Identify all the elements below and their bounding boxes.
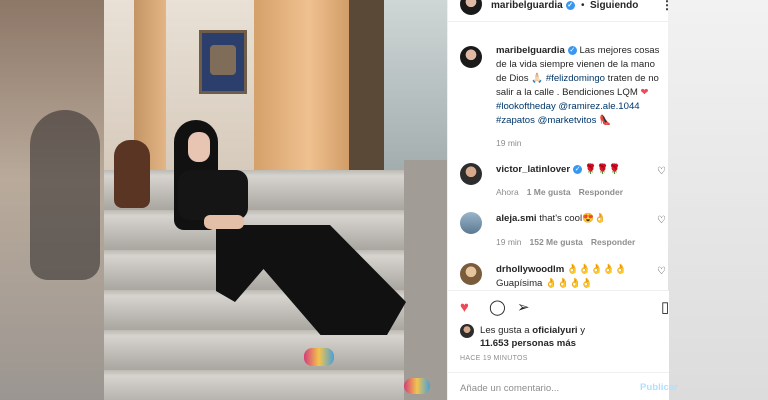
liked-by-suffix: y — [577, 325, 586, 336]
comment-line: victor_latinlover ✓ 🌹🌹🌹 — [496, 164, 621, 175]
verified-badge-icon: ✓ — [573, 165, 583, 174]
comment-text: that's cool😍👌 — [539, 213, 607, 224]
comment-line: drhollywoodlm 👌👌👌👌👌 — [496, 264, 627, 275]
more-options-icon[interactable]: ⋮ — [661, 0, 673, 12]
avatar[interactable] — [460, 163, 482, 185]
avatar[interactable] — [460, 324, 474, 338]
post-actions: ♥ ◯ ➢ ▯ Les gusta a oficialyuri y 11.653 … — [448, 290, 678, 400]
post-header: maribelguardia ✓ • Siguiendo ⋮ — [448, 0, 673, 22]
avatar[interactable] — [460, 263, 482, 285]
mention-link[interactable]: @ramirez.ale.1044 — [558, 101, 639, 112]
mention-link[interactable]: @marketvitos — [538, 115, 597, 126]
post-username[interactable]: maribelguardia ✓ — [491, 0, 575, 11]
save-bookmark-icon[interactable]: ▯ — [661, 300, 669, 315]
avatar[interactable] — [460, 0, 482, 15]
comment-text: 👌👌👌👌👌 — [566, 264, 627, 275]
verified-badge-icon: ✓ — [567, 46, 577, 55]
share-icon[interactable]: ➢ — [517, 300, 530, 315]
shoe-emoji: 👠 — [599, 115, 612, 126]
liked-by-prefix: Les gusta a — [480, 325, 533, 336]
comment-composer: Publicar — [448, 372, 678, 400]
comment-likes[interactable]: 152 Me gusta — [530, 237, 583, 247]
comment-time[interactable]: 19 min — [496, 237, 522, 247]
like-comment-heart-icon[interactable]: ♡ — [657, 215, 666, 226]
comment-text-continued: Guapísima 👌👌👌👌 — [496, 278, 593, 289]
separator-dot: • — [581, 0, 585, 11]
photo-shoe — [404, 378, 430, 394]
following-button[interactable]: Siguiendo — [590, 0, 638, 11]
caption-username[interactable]: maribelguardia — [496, 45, 565, 56]
photo-shoe — [304, 348, 334, 366]
blurred-backdrop-right — [668, 0, 768, 400]
liked-count[interactable]: 11.653 personas más — [480, 338, 576, 349]
caption-text: maribelguardia ✓ Las mejores cosas de la … — [496, 44, 668, 128]
blurred-figure — [30, 110, 100, 280]
photo-woman-top — [178, 170, 248, 220]
hashtag-link[interactable]: #zapatos — [496, 115, 535, 126]
reply-button[interactable]: Responder — [579, 187, 623, 197]
photo-woman-waist — [204, 215, 244, 229]
hashtag-link[interactable]: #felizdomingo — [546, 73, 605, 84]
photo-door — [254, 0, 364, 180]
photo-stairs — [104, 170, 447, 400]
like-heart-icon[interactable]: ♥ — [460, 300, 469, 315]
comment-username[interactable]: aleja.smi — [496, 213, 537, 224]
caption-timestamp[interactable]: 19 min — [496, 138, 522, 148]
post-time-ago[interactable]: HACE 19 MINUTOS — [460, 355, 528, 362]
comment-time[interactable]: Ahora — [496, 187, 519, 197]
post-side-panel: maribelguardia ✓ • Siguiendo ⋮ maribelgua… — [447, 0, 678, 400]
verified-badge-icon: ✓ — [565, 1, 575, 10]
comment-likes[interactable]: 1 Me gusta — [527, 187, 571, 197]
blurred-backdrop-left — [0, 0, 104, 400]
avatar[interactable] — [460, 46, 482, 68]
reply-button[interactable]: Responder — [591, 237, 635, 247]
publish-button[interactable]: Publicar — [640, 382, 678, 393]
comment-text: 🌹🌹🌹 — [584, 164, 621, 175]
comment-line: aleja.smi that's cool😍👌 — [496, 213, 606, 224]
heart-emoji: ❤ — [640, 87, 649, 98]
like-comment-heart-icon[interactable]: ♡ — [657, 266, 666, 277]
photo-stairs-side — [404, 160, 447, 400]
photo-doorframe — [349, 0, 384, 185]
post-photo[interactable] — [104, 0, 447, 400]
comment-meta: 19 min 152 Me gusta Responder — [496, 237, 635, 247]
avatar[interactable] — [460, 212, 482, 234]
photo-woman-face — [188, 132, 210, 162]
comment-icon[interactable]: ◯ — [489, 300, 506, 315]
photo-dog — [114, 140, 150, 208]
comment-input[interactable] — [460, 380, 630, 396]
like-comment-heart-icon[interactable]: ♡ — [657, 166, 666, 177]
likes-text: Les gusta a oficialyuri y 11.653 personas… — [480, 324, 585, 350]
photo-painting — [199, 30, 247, 94]
comment-username[interactable]: victor_latinlover — [496, 164, 570, 175]
comment-meta: Ahora 1 Me gusta Responder — [496, 187, 623, 197]
comment-username[interactable]: drhollywoodlm — [496, 264, 564, 275]
liked-by-user[interactable]: oficialyuri — [532, 325, 577, 336]
hashtag-link[interactable]: #lookoftheday — [496, 101, 556, 112]
